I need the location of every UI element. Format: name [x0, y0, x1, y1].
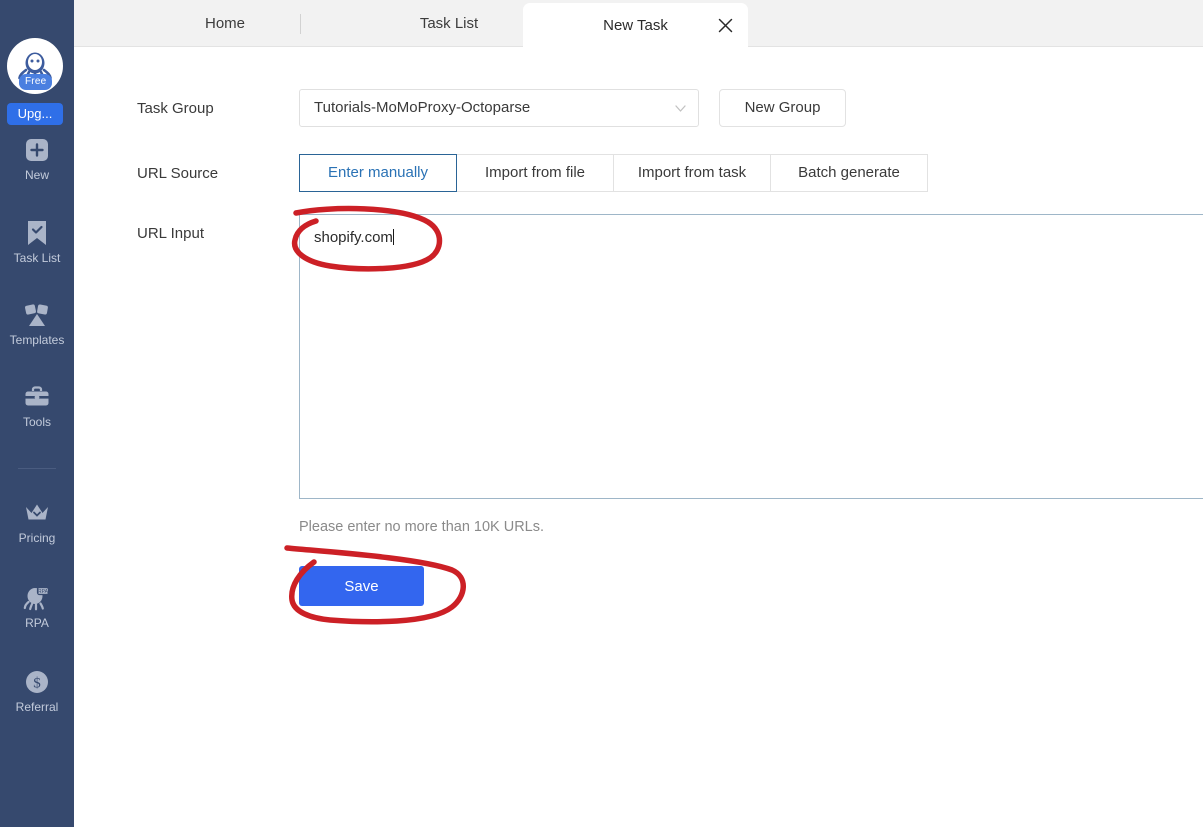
left-sidebar: Free Upg... New Task List Templates Tool… [0, 0, 74, 827]
url-input-value-wrap: shopify.com [314, 229, 394, 246]
sidebar-item-new[interactable]: New [0, 135, 74, 182]
sidebar-item-label: RPA [25, 616, 49, 630]
url-input-textarea[interactable]: shopify.com [299, 214, 1203, 499]
sidebar-item-tools[interactable]: Tools [0, 382, 74, 429]
chevron-down-icon [674, 102, 687, 115]
tab-bar: Home Task List New Task [74, 0, 1203, 47]
svg-text:RPA: RPA [38, 589, 49, 595]
url-source-option-import-from-task[interactable]: Import from task [614, 154, 771, 192]
rpa-octopus-icon: RPA [0, 583, 74, 613]
plan-badge: Free [19, 74, 53, 90]
sidebar-item-label: Templates [9, 333, 65, 347]
task-group-select[interactable]: Tutorials-MoMoProxy-Octoparse [299, 89, 699, 127]
url-source-option-import-from-file[interactable]: Import from file [457, 154, 614, 192]
url-source-segmented-control: Enter manually Import from file Import f… [299, 154, 928, 192]
sidebar-item-task-list[interactable]: Task List [0, 218, 74, 265]
url-input-value: shopify.com [314, 229, 393, 246]
url-source-label: URL Source [137, 165, 219, 182]
app-logo[interactable]: Free [7, 38, 63, 94]
sidebar-item-referral[interactable]: $ Referral [0, 667, 74, 714]
url-limit-hint: Please enter no more than 10K URLs. [299, 519, 545, 535]
crown-icon [0, 498, 74, 528]
tab-new-task[interactable]: New Task [523, 3, 748, 47]
tab-home[interactable]: Home [113, 0, 337, 47]
svg-text:$: $ [33, 676, 41, 692]
sidebar-item-label: Referral [15, 700, 59, 714]
url-source-option-enter-manually[interactable]: Enter manually [299, 154, 457, 192]
sidebar-item-label: Tools [22, 415, 51, 429]
plus-square-icon [0, 135, 74, 165]
task-group-label: Task Group [137, 100, 214, 117]
octoparse-new-task-window: Free Upg... New Task List Templates Tool… [0, 0, 1203, 827]
close-icon[interactable] [714, 14, 736, 36]
toolbox-icon [0, 382, 74, 412]
sidebar-item-rpa[interactable]: RPA RPA [0, 583, 74, 630]
new-task-form: Task Group Tutorials-MoMoProxy-Octoparse… [74, 47, 1203, 827]
bookmark-check-icon [0, 218, 74, 248]
sidebar-item-label: Task List [13, 251, 61, 265]
dollar-circle-icon: $ [0, 667, 74, 697]
sidebar-item-templates[interactable]: Templates [0, 300, 74, 347]
sidebar-item-pricing[interactable]: Pricing [0, 498, 74, 545]
url-input-label: URL Input [137, 225, 204, 242]
new-group-button[interactable]: New Group [719, 89, 846, 127]
sidebar-divider [18, 468, 56, 469]
url-source-option-batch-generate[interactable]: Batch generate [771, 154, 928, 192]
upgrade-button[interactable]: Upg... [7, 103, 63, 125]
sidebar-item-label: New [24, 168, 49, 182]
text-cursor [392, 229, 394, 245]
templates-icon [0, 300, 74, 330]
task-group-value: Tutorials-MoMoProxy-Octoparse [314, 99, 531, 116]
tab-separator [300, 14, 301, 34]
save-button[interactable]: Save [299, 566, 424, 606]
sidebar-item-label: Pricing [18, 531, 56, 545]
